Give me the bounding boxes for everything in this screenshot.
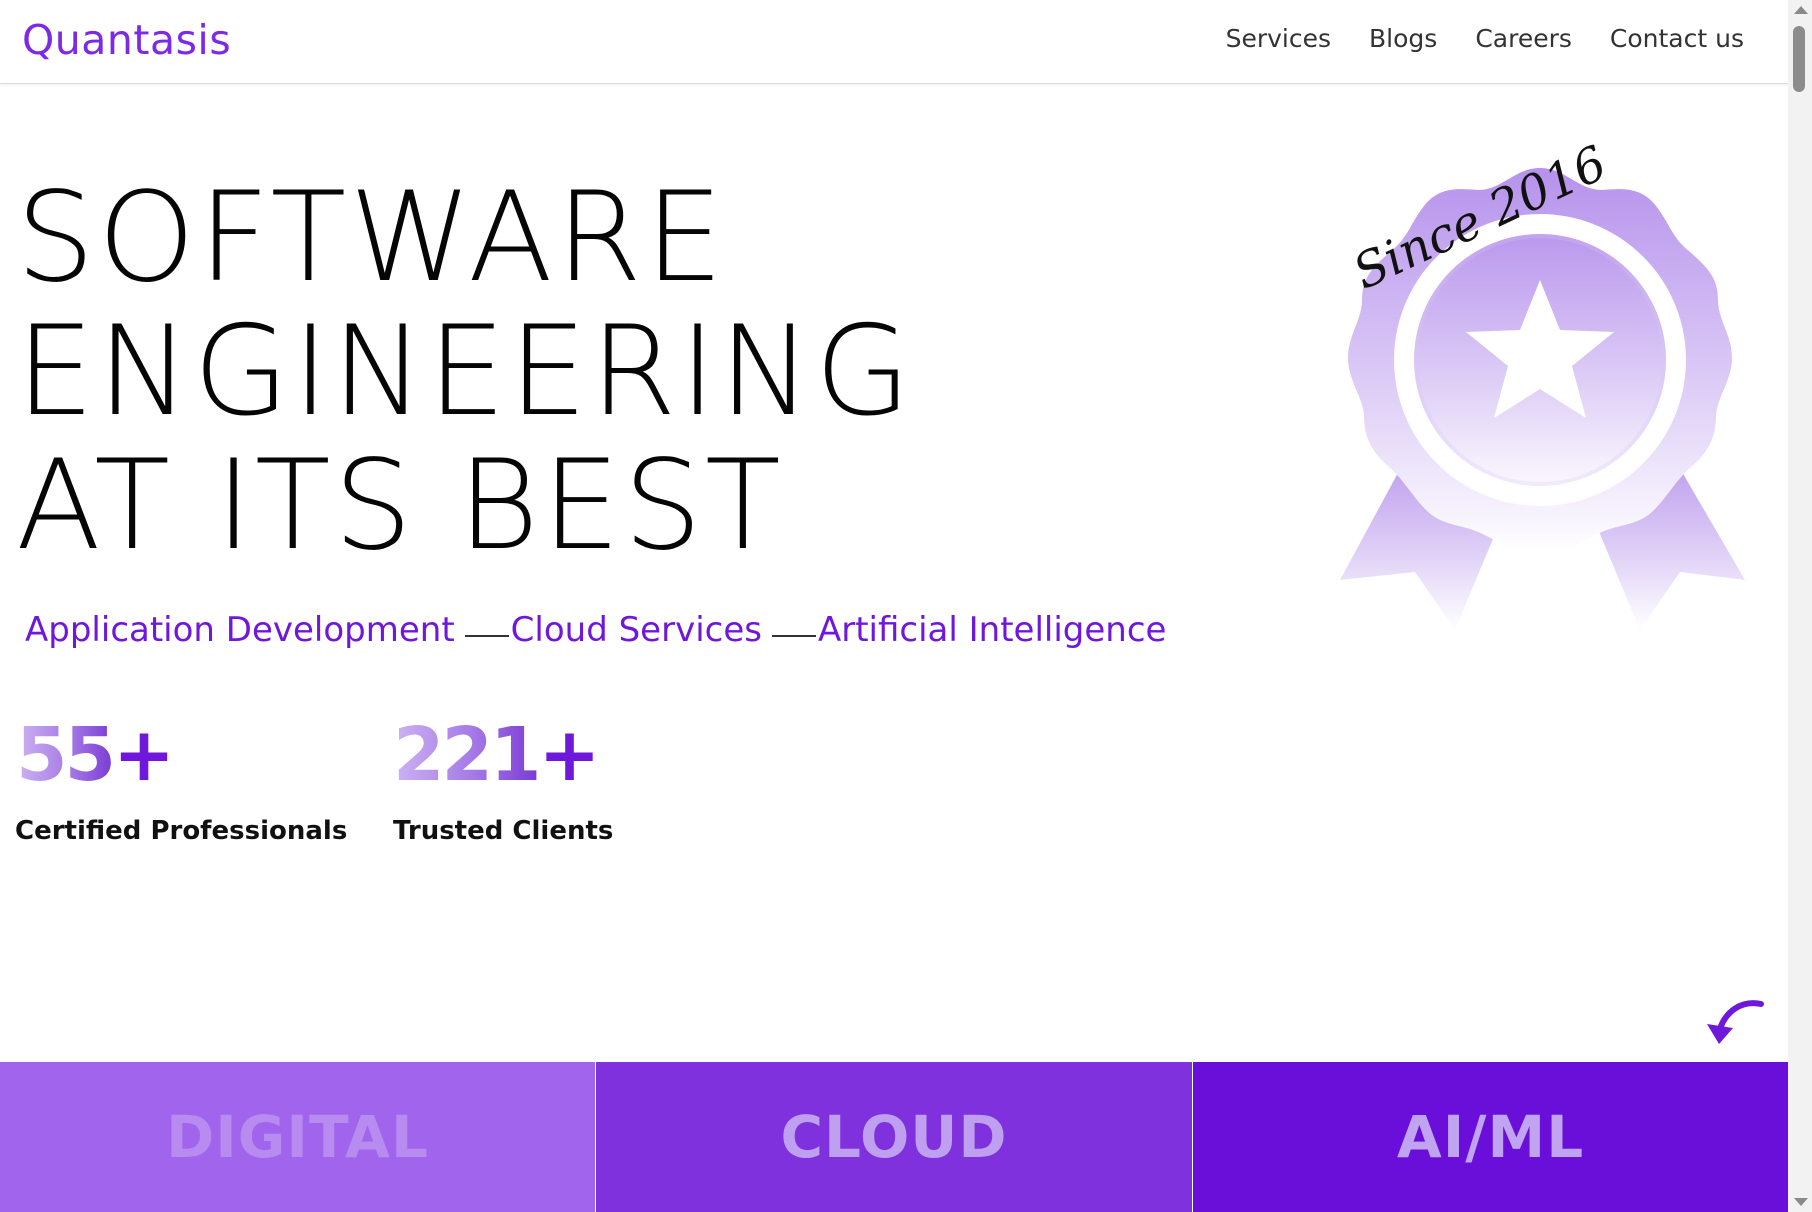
page: Quantasis Services Blogs Careers Contact… xyxy=(0,0,1788,1212)
service-tiles: DIGITAL CLOUD AI/ML xyxy=(0,1062,1788,1212)
curved-arrow-down-icon[interactable] xyxy=(1703,998,1765,1050)
services-tagline: Application Development Cloud Services A… xyxy=(25,610,1166,650)
site-header: Quantasis Services Blogs Careers Contact… xyxy=(0,0,1788,84)
hero-heading-line-3: AT ITS BEST xyxy=(16,434,784,578)
nav-link-blogs[interactable]: Blogs xyxy=(1369,24,1437,53)
tagline-ai: Artificial Intelligence xyxy=(817,610,1167,650)
stat-professionals-label: Certified Professionals xyxy=(15,816,348,846)
stat-clients-label: Trusted Clients xyxy=(393,816,614,846)
tile-digital[interactable]: DIGITAL xyxy=(0,1062,595,1212)
tile-cloud[interactable]: CLOUD xyxy=(596,1062,1192,1212)
tagline-separator xyxy=(771,635,816,637)
scroll-down-arrow-icon[interactable] xyxy=(1794,1198,1808,1206)
tagline-app-dev: Application Development xyxy=(25,610,455,650)
scroll-up-arrow-icon[interactable] xyxy=(1794,6,1808,14)
tagline-cloud: Cloud Services xyxy=(510,610,762,650)
nav-link-contact[interactable]: Contact us xyxy=(1610,24,1744,53)
tile-aiml[interactable]: AI/ML xyxy=(1193,1062,1788,1212)
nav-link-services[interactable]: Services xyxy=(1226,24,1331,53)
stat-clients-count: 221+ xyxy=(393,712,600,798)
nav-link-careers[interactable]: Careers xyxy=(1475,24,1572,53)
vertical-scrollbar[interactable] xyxy=(1788,0,1812,1212)
main-nav: Services Blogs Careers Contact us xyxy=(1226,24,1744,53)
hero-heading-line-2: ENGINEERING xyxy=(16,300,914,444)
scrollbar-thumb[interactable] xyxy=(1793,26,1805,92)
stat-professionals-count: 55+ xyxy=(16,712,175,798)
brand-logo[interactable]: Quantasis xyxy=(22,16,231,64)
tagline-separator xyxy=(464,635,509,637)
hero-heading-line-1: SOFTWARE xyxy=(16,166,727,310)
